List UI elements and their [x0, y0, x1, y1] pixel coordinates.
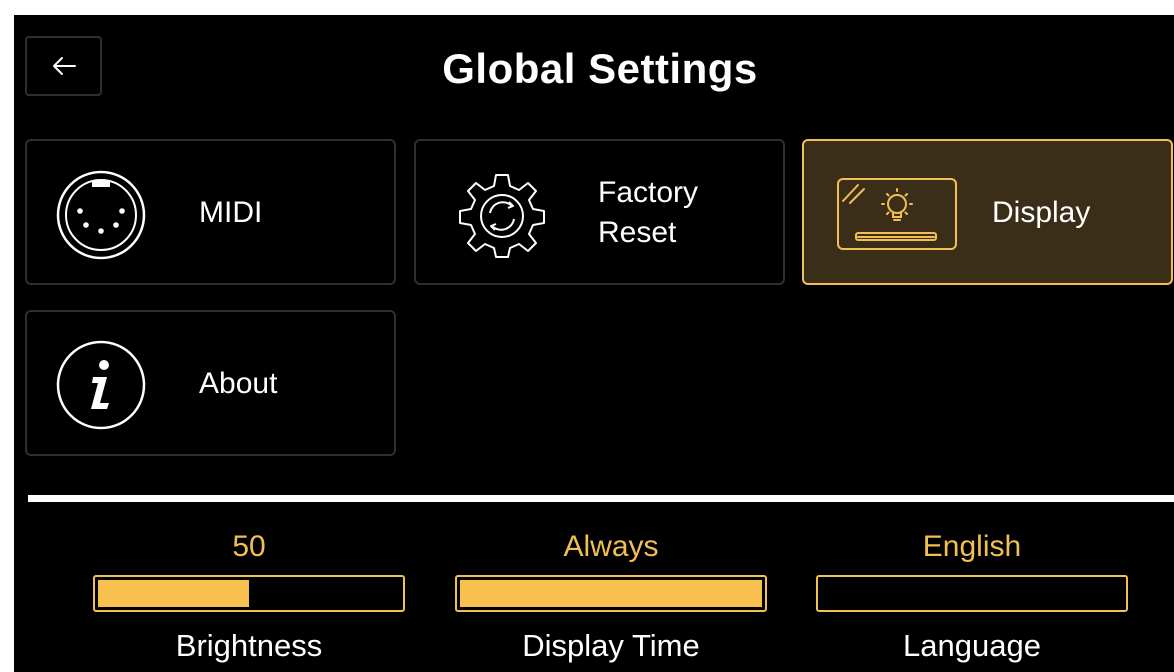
- brightness-label: Brightness: [175, 628, 323, 663]
- display-time-bar[interactable]: [455, 575, 767, 612]
- global-settings-screen: Global Settings MIDI Factory Reset Displ…: [14, 15, 1174, 672]
- language-label: Language: [903, 628, 1041, 663]
- midi-connector-icon: [56, 170, 146, 260]
- display-time-bar-fill: [460, 580, 762, 607]
- section-divider: [28, 495, 1174, 502]
- language-control[interactable]: English Language: [816, 525, 1128, 664]
- tile-display-label: Display: [992, 196, 1091, 229]
- brightness-control[interactable]: 50 Brightness: [93, 525, 405, 664]
- info-icon: [56, 340, 146, 430]
- tile-factory-reset[interactable]: Factory Reset: [414, 139, 785, 285]
- page-title: Global Settings: [442, 45, 758, 92]
- tile-midi-label: MIDI: [199, 196, 263, 229]
- tile-display[interactable]: Display: [802, 139, 1173, 285]
- gear-reset-icon: [459, 174, 545, 258]
- tile-about-label: About: [199, 367, 278, 400]
- tile-midi[interactable]: MIDI: [25, 139, 396, 285]
- brightness-bar-fill: [98, 580, 249, 607]
- display-brightness-icon: [837, 178, 957, 250]
- display-time-control[interactable]: Always Display Time: [455, 525, 767, 664]
- brightness-value: 50: [232, 530, 266, 563]
- tile-factory-reset-label-line1: Factory: [598, 176, 699, 209]
- brightness-bar[interactable]: [93, 575, 405, 612]
- tile-about[interactable]: About: [25, 310, 396, 456]
- display-time-label: Display Time: [522, 628, 700, 663]
- tile-factory-reset-label-line2: Reset: [598, 216, 677, 249]
- display-time-value: Always: [563, 530, 659, 563]
- language-bar[interactable]: [816, 575, 1128, 612]
- language-value: English: [922, 530, 1022, 563]
